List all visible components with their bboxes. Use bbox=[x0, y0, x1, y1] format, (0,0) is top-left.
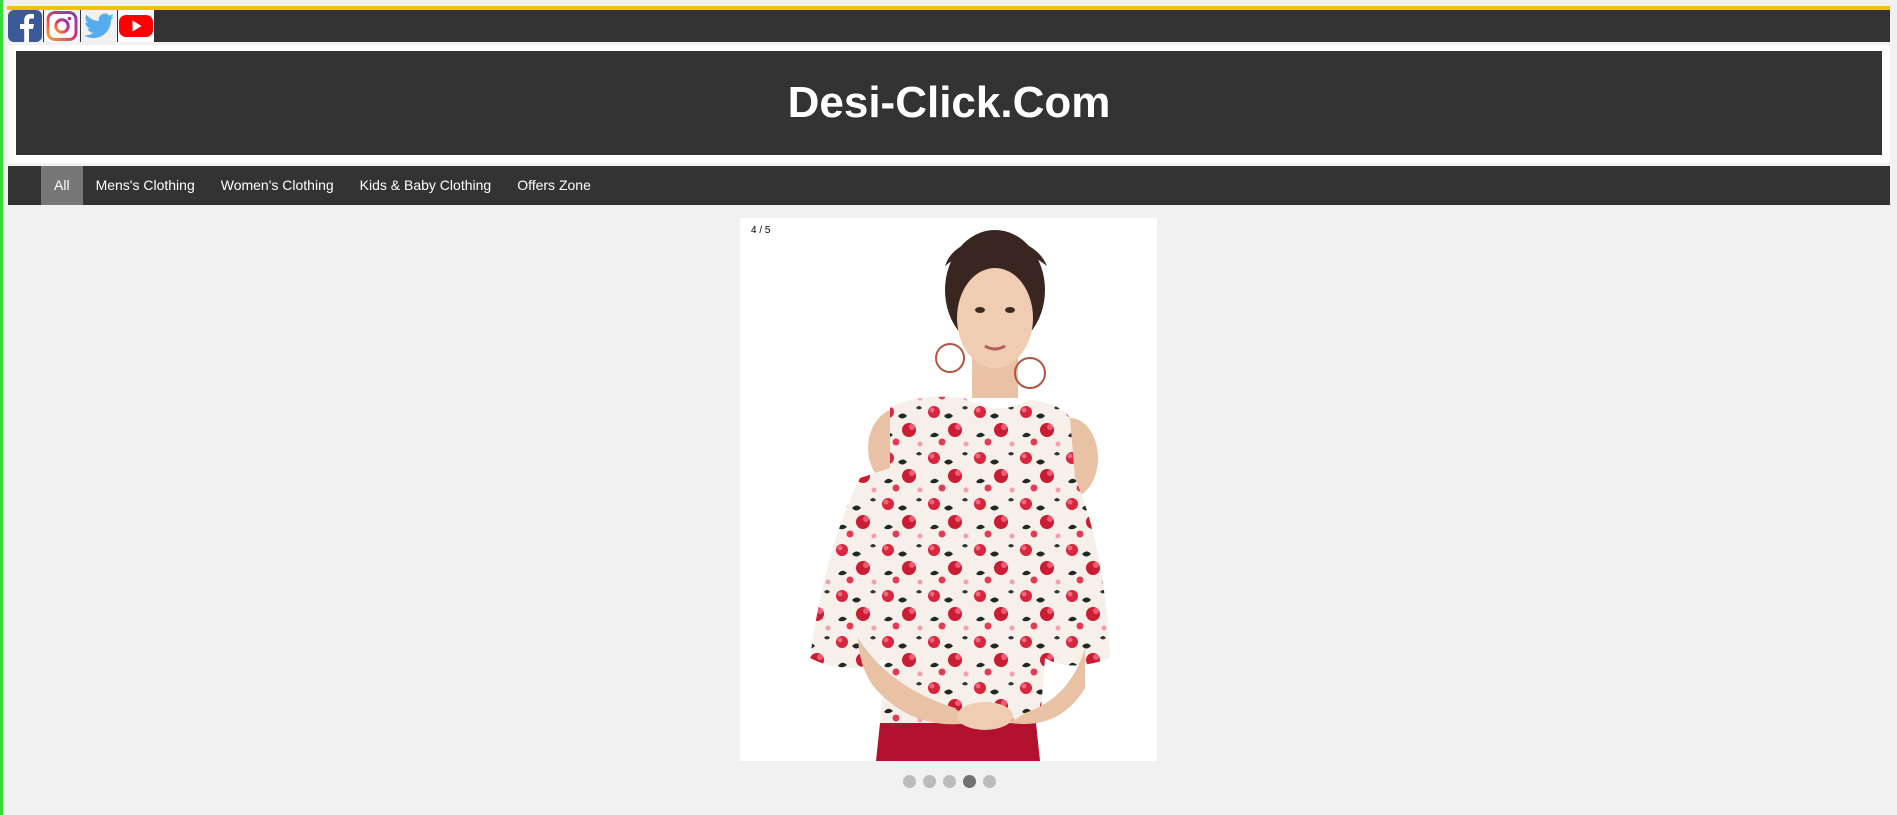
slide-dot-2[interactable] bbox=[923, 775, 936, 788]
nav-item-kids-baby-clothing[interactable]: Kids & Baby Clothing bbox=[347, 166, 505, 205]
slide-counter: 4 / 5 bbox=[751, 225, 771, 236]
twitter-icon bbox=[81, 10, 117, 42]
main-nav: All Mens's Clothing Women's Clothing Kid… bbox=[8, 166, 1890, 205]
slide-dot-3[interactable] bbox=[943, 775, 956, 788]
top-bar bbox=[7, 6, 1890, 42]
slide-image bbox=[740, 218, 1157, 761]
twitter-link[interactable] bbox=[81, 10, 117, 42]
youtube-link[interactable] bbox=[118, 10, 154, 42]
slide-dot-1[interactable] bbox=[903, 775, 916, 788]
site-title: Desi-Click.Com bbox=[787, 78, 1111, 127]
nav-item-mens-clothing[interactable]: Mens's Clothing bbox=[83, 166, 208, 205]
header-banner: Desi-Click.Com bbox=[8, 45, 1890, 163]
slideshow: 4 / 5 bbox=[740, 218, 1157, 761]
page-left-border bbox=[0, 0, 3, 815]
slide-dot-4[interactable] bbox=[963, 775, 976, 788]
facebook-icon bbox=[8, 10, 42, 42]
youtube-icon bbox=[118, 10, 154, 42]
facebook-link[interactable] bbox=[7, 10, 43, 42]
social-links bbox=[7, 10, 154, 42]
nav-item-offers-zone[interactable]: Offers Zone bbox=[504, 166, 604, 205]
instagram-icon bbox=[45, 10, 79, 42]
banner-box: Desi-Click.Com bbox=[16, 51, 1882, 155]
nav-item-womens-clothing[interactable]: Women's Clothing bbox=[208, 166, 347, 205]
nav-item-all[interactable]: All bbox=[41, 166, 83, 205]
slide-dots bbox=[903, 775, 996, 788]
slide-dot-5[interactable] bbox=[983, 775, 996, 788]
instagram-link[interactable] bbox=[44, 10, 80, 42]
